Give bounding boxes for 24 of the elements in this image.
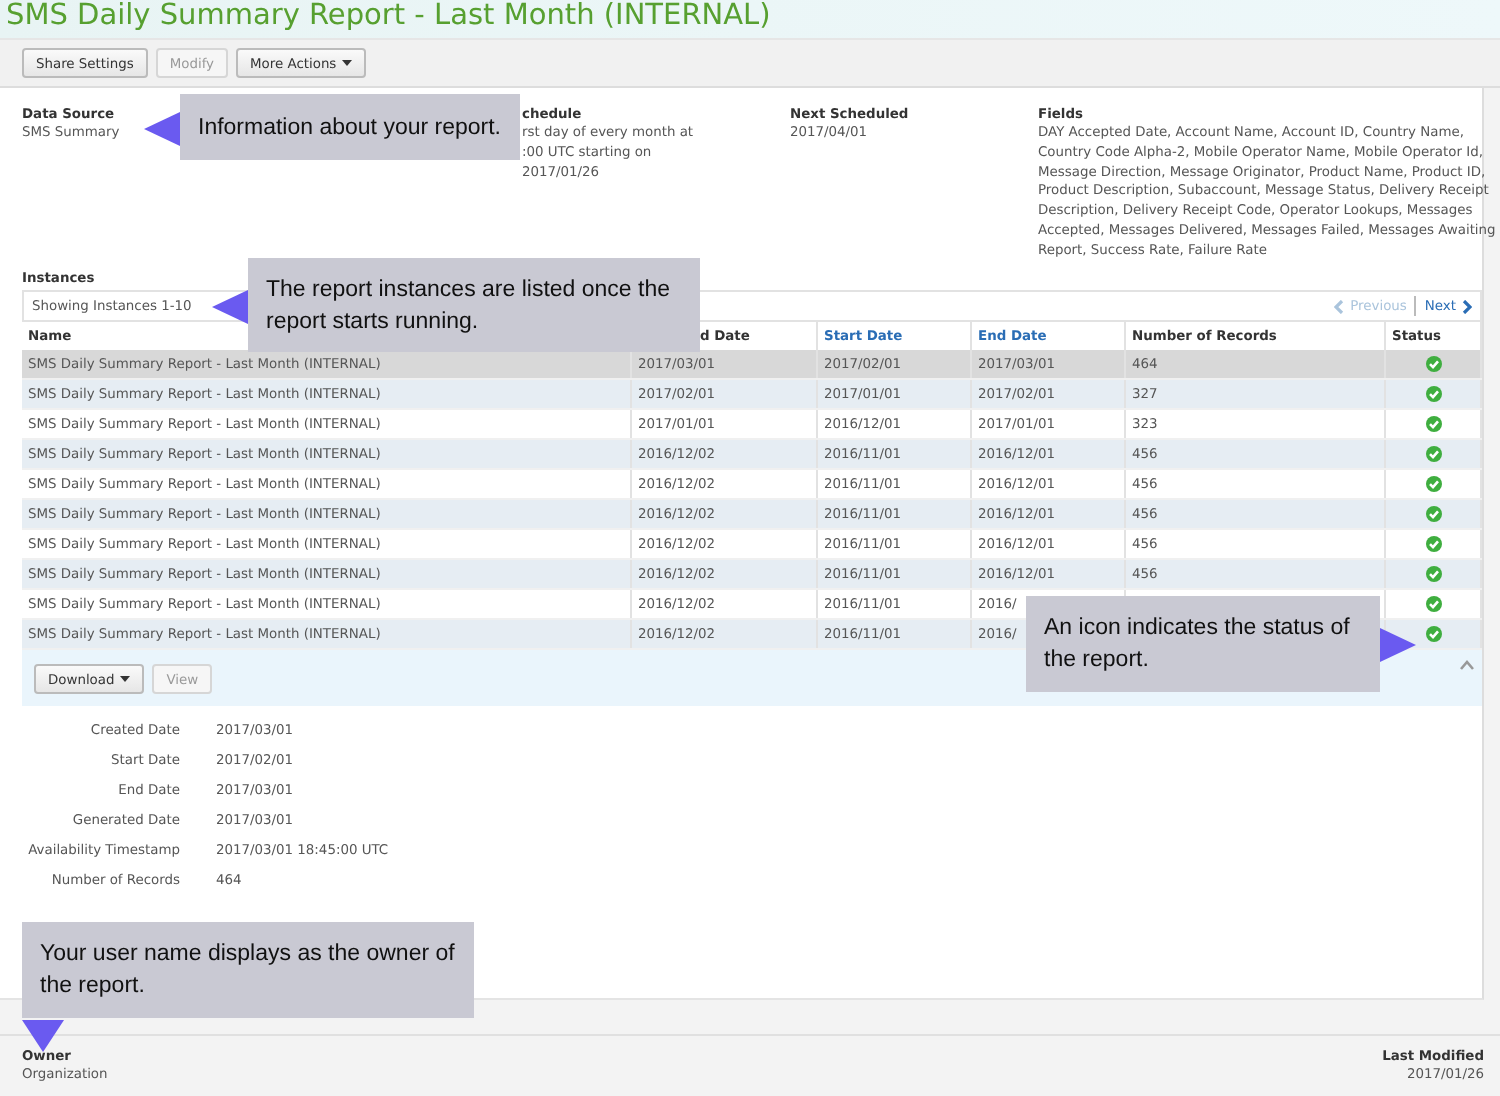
- caret-icon: [120, 676, 131, 682]
- check-circle-icon: [1425, 386, 1441, 403]
- check-circle-icon: [1425, 596, 1441, 613]
- callout-box: An icon indicates the status of the report.: [1026, 596, 1380, 692]
- check-circle-icon: [1425, 356, 1441, 373]
- check-circle-icon: [1425, 536, 1441, 553]
- callout-box: The report instances are listed once the report starts running.: [248, 258, 700, 352]
- collapse-icon: [1460, 660, 1474, 670]
- caret-icon: [342, 60, 353, 66]
- pointer-arrow-icon: [144, 112, 180, 146]
- check-circle-icon: [1425, 416, 1441, 433]
- callout-box: Your user name displays as the owner of the report.: [22, 922, 474, 1018]
- page-title: SMS Daily Summary Report - Last Month (INTERNAL): [4, 0, 773, 34]
- pointer-arrow-icon: [1380, 628, 1416, 662]
- check-circle-icon: [1425, 506, 1441, 523]
- check-circle-icon: [1425, 566, 1441, 583]
- pointer-arrow-icon: [22, 1020, 64, 1052]
- pointer-arrow-icon: [212, 290, 248, 324]
- check-circle-icon: [1425, 626, 1441, 643]
- check-circle-icon: [1425, 446, 1441, 463]
- check-circle-icon: [1425, 476, 1441, 493]
- chevron-right-icon: [1462, 299, 1472, 313]
- callout-box: Information about your report.: [180, 94, 520, 160]
- chevron-left-icon: [1334, 299, 1345, 313]
